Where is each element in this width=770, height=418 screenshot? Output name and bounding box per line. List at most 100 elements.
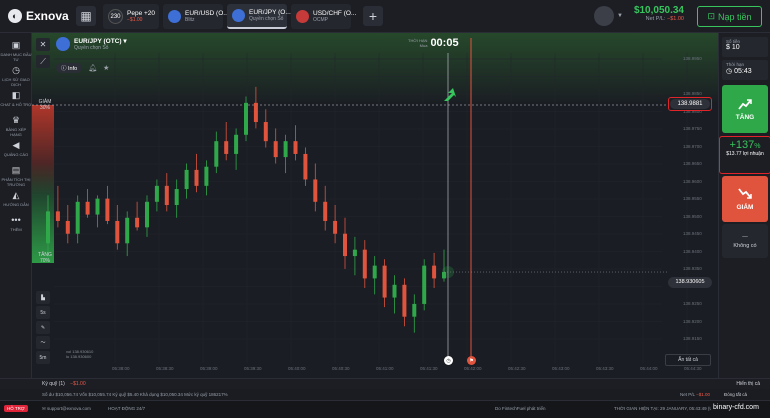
price-level: 138.9500 [683, 213, 702, 219]
avatar[interactable] [594, 6, 614, 26]
candle-body [115, 220, 120, 244]
amount-value: 10 [731, 44, 740, 51]
mini-info-line: lo 138.930600 [66, 354, 92, 359]
trade-panel: Số tiền $10 Thời hạn ◷ 05:43 TĂNG +137% $… [718, 33, 770, 378]
current-time: THỜI GIAN HIỆN TẠI: 29 JANUARY, 05:43:49… [614, 406, 722, 411]
eur-jpy-flag-icon [56, 37, 70, 51]
support-email-text: support@exnova.com [47, 406, 91, 411]
close-all-button[interactable]: Đóng tất cả [724, 389, 747, 400]
up-button[interactable]: TĂNG [722, 85, 768, 133]
candle-body [194, 169, 199, 186]
add-tab-button[interactable]: + [363, 6, 383, 26]
time-tick: 05:40:00 [288, 366, 306, 371]
candle-body [46, 211, 50, 244]
nav-item-7[interactable]: ••• THÊM [0, 216, 32, 233]
nav-item-3[interactable]: ♛ BẢNG XẾP HẠNG [0, 115, 32, 138]
education-icon: ◭ [12, 190, 20, 200]
time-tick: 05:42:00 [464, 366, 482, 371]
price-glow [442, 266, 454, 279]
nav-label: THÊM [10, 227, 22, 232]
close-all-chart-button[interactable]: Ấn tất cả [665, 354, 711, 366]
nav-label: LỊCH SỬ GIAO DỊCH [2, 77, 30, 87]
plus-icon: + [368, 8, 378, 24]
price-level: 138.9400 [683, 248, 702, 254]
asset-tab-pepe[interactable]: 230 Pepe +20 −$1.00 [103, 4, 159, 29]
candle-body [244, 102, 248, 135]
nav-label: PHÂN TÍCH THỊ TRƯỜNG [1, 177, 31, 187]
close-icon: ✕ [39, 40, 47, 49]
nav-item-6[interactable]: ◭ HƯỚNG DẪN [0, 190, 32, 208]
nav-item-1[interactable]: ◷ LỊCH SỬ GIAO DỊCH [0, 66, 32, 88]
asset-name: EUR/JPY (OTC) ▾ [74, 37, 127, 45]
star-icon[interactable]: ★ [103, 64, 109, 72]
close-chart-button[interactable]: ✕ [36, 38, 50, 51]
deposit-button[interactable]: ⊡ Nạp tiền [697, 6, 762, 27]
show-all-button[interactable]: Hiển thị cả [736, 379, 760, 389]
info-button[interactable]: ⓘ Info [56, 63, 83, 73]
support-email[interactable]: ✉ support@exnova.com [42, 406, 91, 412]
chart-type-button[interactable]: ▙ [36, 291, 50, 304]
candle-body [204, 166, 209, 186]
expiry-field[interactable]: Thời hạn ◷ 05:43 [722, 60, 768, 80]
trophy-icon: ♛ [11, 115, 21, 125]
candle-body [352, 249, 357, 257]
price-chart[interactable] [32, 33, 718, 378]
asset-header[interactable]: EUR/JPY (OTC) ▾ Quyền chọn Số [56, 37, 127, 51]
logo-icon: ◐ [8, 9, 22, 23]
support-badge[interactable]: HỖ TRỢ [4, 405, 28, 412]
bell-icon[interactable]: 🔔︎ [88, 64, 97, 72]
chat-icon: ◧ [11, 90, 21, 100]
balance-block[interactable]: $10,050.34 Net P/L: −$1.00 [622, 5, 684, 22]
candle-body [85, 201, 90, 215]
all-assets-grid-button[interactable]: ▦ [76, 6, 96, 26]
asset-tab-usdchf[interactable]: USD/CHF (O... OCMP ✕ [291, 4, 367, 29]
nav-item-5[interactable]: ▤ PHÂN TÍCH THỊ TRƯỜNG [0, 166, 32, 188]
profit-text: $13.77 lợi nhuận [726, 151, 764, 157]
asset-tab-eurjpy[interactable]: EUR/JPY (O... Quyền chọn Số ✕ [227, 4, 302, 29]
balance-amount: $10,050.34 [633, 5, 684, 16]
wallet-icon: ⊡ [707, 11, 715, 21]
tab-sub: −$1.00 [127, 17, 143, 23]
pin-button[interactable]: ⟋ [36, 55, 50, 68]
candle-body [432, 265, 437, 279]
timer-value: 00:05 [430, 37, 459, 49]
nav-item-2[interactable]: ◧ CHAT & HỖ TRỢ [0, 90, 32, 108]
nav-item-0[interactable]: ▣ DANH MỤC ĐẦU TƯ [0, 41, 32, 63]
pencil-button[interactable]: ✎ [36, 321, 50, 334]
brand-name: Exnova [26, 9, 69, 23]
indicator-button[interactable]: 〜 [36, 336, 50, 349]
down-sentiment: GIẢM 30% [35, 99, 55, 111]
dollar-icon: $ [726, 44, 730, 51]
info-icon: ⓘ [61, 66, 69, 72]
candle-body [164, 185, 169, 205]
candle-body [422, 265, 427, 304]
candle-body [65, 220, 70, 234]
asset-tab-eurusd[interactable]: EUR/USD (O... Blitz ✕ [163, 4, 240, 29]
candle-body [154, 185, 159, 202]
candle-body [273, 141, 278, 158]
time-tick: 05:41:30 [420, 366, 438, 371]
timeframe-button[interactable]: 5s [36, 306, 50, 319]
deposit-label: Nạp tiền [718, 11, 752, 22]
nav-item-4[interactable]: ◀ QUẢNG CÁO [0, 141, 32, 158]
down-pct: 30% [39, 105, 50, 111]
candle-body [333, 220, 338, 234]
interval-button[interactable]: 5m [36, 351, 50, 364]
down-button[interactable]: GIẢM [722, 176, 768, 222]
candle-body [253, 102, 258, 123]
margin-value: −$1.00 [70, 381, 86, 387]
candle-body [402, 284, 407, 317]
time-tick: 05:38:00 [112, 366, 130, 371]
time-tick: 05:44:00 [640, 366, 658, 371]
margin-bar[interactable]: Ký quỹ (1) −$1.00 Hiển thị cả [0, 378, 770, 389]
candle-body [382, 265, 387, 298]
margin-label: Ký quỹ (1) [42, 381, 65, 387]
amount-field[interactable]: Số tiền $10 [722, 37, 768, 57]
watermark: binary-cfd.com [711, 404, 761, 411]
price-level: 138.9450 [683, 231, 702, 236]
up-sentiment-bar [32, 163, 54, 263]
target-price-tag[interactable]: 138.9881 [668, 97, 712, 111]
chart-area[interactable]: ✕ ⟋ EUR/JPY (OTC) ▾ Quyền chọn Số ⓘ Info… [32, 33, 718, 378]
logo[interactable]: ◐ Exnova [8, 9, 69, 23]
candle-body [323, 201, 328, 221]
